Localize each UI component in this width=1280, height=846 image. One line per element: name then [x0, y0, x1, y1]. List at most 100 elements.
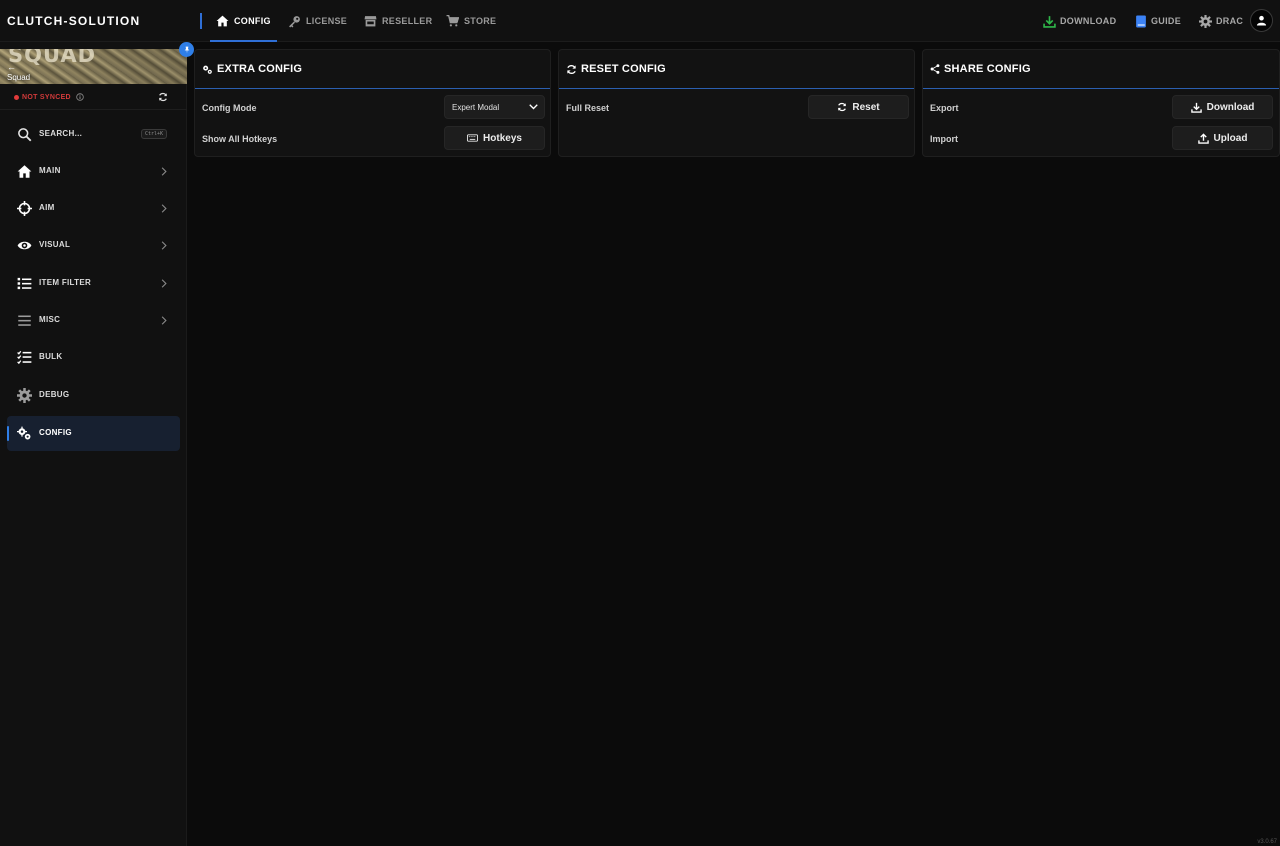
tab-license[interactable]: LICENSE — [288, 0, 347, 42]
download-icon — [1043, 15, 1056, 28]
sidebar-search[interactable]: SEARCH... Ctrl+K — [7, 117, 180, 152]
chevron-right-icon — [161, 167, 167, 176]
gears-icon — [17, 426, 32, 441]
sidebar-item-label: CONFIG — [39, 428, 72, 437]
chevron-down-icon — [529, 104, 538, 110]
sidebar-item-label: DEBUG — [39, 390, 70, 399]
sidebar-item-label: VISUAL — [39, 240, 71, 249]
home-icon — [216, 15, 229, 27]
status-dot — [14, 94, 19, 100]
info-icon[interactable] — [76, 93, 84, 101]
user-name: DRAC — [1216, 16, 1244, 26]
refresh-icon — [158, 92, 168, 102]
panel-header: EXTRA CONFIG — [195, 50, 550, 89]
show-hotkeys-label: Show All Hotkeys — [202, 134, 278, 144]
version-label: v3.0.67 — [1257, 839, 1277, 845]
sidebar-item-label: ITEM FILTER — [39, 278, 92, 287]
brand-logo: CLUTCH-SOLUTION — [7, 14, 141, 28]
tab-store-label: STORE — [464, 16, 497, 26]
panel-header: RESET CONFIG — [559, 50, 914, 89]
cart-icon — [446, 15, 459, 27]
tab-config[interactable]: CONFIG — [210, 0, 277, 42]
panel-title: SHARE CONFIG — [930, 63, 1031, 75]
reset-button-label: Reset — [852, 101, 880, 113]
download-link-label: DOWNLOAD — [1060, 16, 1117, 26]
home-icon — [17, 164, 32, 179]
sidebar-item-label: MISC — [39, 315, 61, 324]
game-logo-text: SQUAD — [8, 49, 97, 67]
hotkeys-button[interactable]: Hotkeys — [444, 126, 545, 150]
sidebar-item-misc[interactable]: MISC — [7, 303, 180, 338]
guide-link-label: GUIDE — [1151, 16, 1182, 26]
sidebar-item-config[interactable]: CONFIG — [7, 416, 180, 451]
sidebar-item-visual[interactable]: VISUAL — [7, 228, 180, 263]
search-icon — [17, 127, 32, 142]
brand-divider — [200, 13, 202, 29]
user-icon — [1256, 15, 1267, 26]
avatar[interactable] — [1250, 9, 1273, 32]
user-settings-link[interactable]: DRAC — [1199, 0, 1243, 42]
sidebar-item-aim[interactable]: AIM — [7, 191, 180, 226]
panel-header: SHARE CONFIG — [923, 50, 1279, 89]
sync-status: NOT SYNCED — [14, 93, 84, 101]
game-banner[interactable]: SQUAD ← Squad — [0, 49, 187, 84]
download-button-label: Download — [1206, 101, 1255, 113]
extra-config-title: EXTRA CONFIG — [217, 63, 303, 75]
upload-button-label: Upload — [1213, 132, 1248, 144]
top-bar: CLUTCH-SOLUTION CONFIG LICENSE RESELLER … — [0, 0, 1280, 42]
tab-reseller[interactable]: RESELLER — [364, 0, 432, 42]
sidebar-item-main[interactable]: MAIN — [7, 154, 180, 189]
eye-icon — [17, 238, 32, 253]
chevron-right-icon — [161, 316, 167, 325]
sidebar-item-bulk[interactable]: BULK — [7, 340, 180, 375]
game-name: Squad — [7, 73, 31, 82]
panel-title: EXTRA CONFIG — [202, 63, 302, 75]
pin-icon[interactable] — [179, 42, 194, 57]
sidebar-item-item-filter[interactable]: ITEM FILTER — [7, 266, 180, 301]
chevron-right-icon — [161, 279, 167, 288]
extra-config-panel: EXTRA CONFIG Config Mode Expert Modal Sh… — [194, 49, 551, 157]
full-reset-label: Full Reset — [566, 103, 610, 113]
config-mode-label: Config Mode — [202, 103, 257, 113]
key-icon — [288, 15, 301, 28]
chevron-right-icon — [161, 241, 167, 250]
gears-icon — [202, 64, 213, 75]
reset-config-title: RESET CONFIG — [581, 63, 666, 75]
tab-config-label: CONFIG — [234, 16, 271, 26]
chevron-right-icon — [161, 204, 167, 213]
tab-reseller-label: RESELLER — [382, 16, 433, 26]
upload-button[interactable]: Upload — [1172, 126, 1273, 150]
active-item-indicator — [7, 426, 9, 441]
sidebar-item-debug[interactable]: DEBUG — [7, 378, 180, 413]
sidebar: SQUAD ← Squad NOT SYNCED SEARCH... Ctrl+… — [0, 42, 194, 846]
reset-button[interactable]: Reset — [808, 95, 909, 119]
tab-license-label: LICENSE — [306, 16, 348, 26]
crosshair-icon — [17, 201, 32, 216]
store-icon — [364, 15, 377, 27]
download-icon — [1190, 102, 1202, 113]
sidebar-item-label: AIM — [39, 203, 55, 212]
upload-icon — [1197, 132, 1209, 144]
tab-store[interactable]: STORE — [446, 0, 496, 42]
refresh-icon — [566, 64, 577, 75]
export-label: Export — [930, 103, 959, 113]
sync-row: NOT SYNCED — [0, 86, 187, 110]
active-tab-indicator — [210, 40, 277, 42]
sync-status-label: NOT SYNCED — [22, 93, 71, 101]
download-link[interactable]: DOWNLOAD — [1043, 0, 1116, 42]
guide-link[interactable]: GUIDE — [1135, 0, 1181, 42]
import-label: Import — [930, 134, 958, 144]
refresh-icon — [837, 102, 847, 112]
list-icon — [17, 276, 32, 291]
keyboard-icon — [467, 134, 479, 142]
back-arrow-icon: ← — [7, 62, 16, 72]
sidebar-item-label: MAIN — [39, 166, 61, 175]
share-icon — [930, 64, 940, 74]
sidebar-item-label: BULK — [39, 352, 63, 361]
search-shortcut: Ctrl+K — [141, 129, 168, 139]
download-button[interactable]: Download — [1172, 95, 1273, 119]
config-mode-select[interactable]: Expert Modal — [444, 95, 545, 119]
refresh-sync-button[interactable] — [158, 92, 168, 102]
gear-icon — [17, 388, 32, 403]
book-icon — [1135, 15, 1147, 28]
